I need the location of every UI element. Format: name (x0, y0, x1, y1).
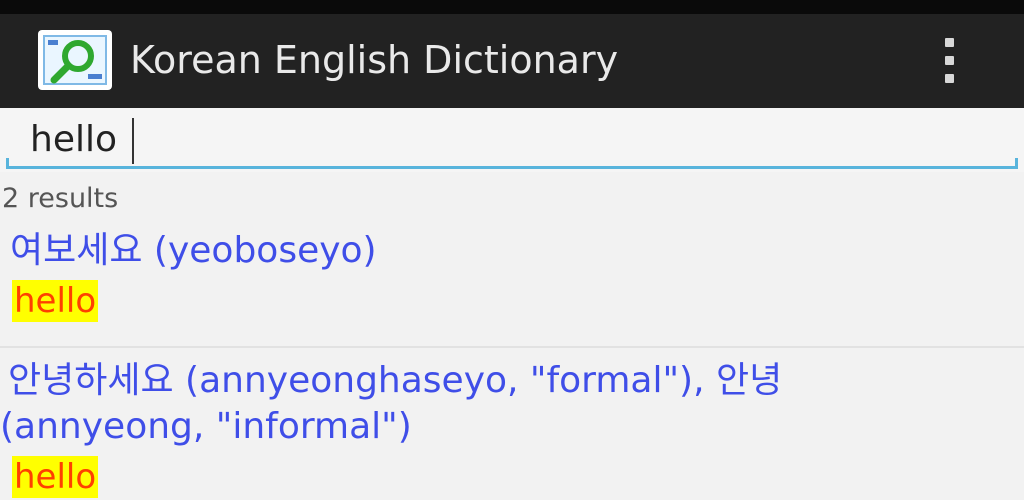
search-input[interactable] (30, 114, 990, 164)
search-bar (0, 108, 1024, 172)
search-underline-right-tick (1015, 158, 1018, 168)
result-gloss: hello (12, 456, 99, 498)
search-underline-left-tick (6, 158, 9, 168)
result-count: 2 results (2, 183, 119, 214)
result-item[interactable]: 안녕하세요 (annyeonghaseyo, "formal"), 안녕 (an… (0, 348, 1024, 500)
action-bar: Korean English Dictionary (0, 14, 1024, 108)
result-headword-continued: (annyeong, "informal") (0, 406, 412, 447)
overflow-menu-icon[interactable] (928, 34, 972, 88)
result-headword: 여보세요 (yeoboseyo) (10, 230, 377, 271)
search-underline (6, 166, 1018, 169)
status-bar (0, 0, 1024, 14)
dictionary-magnifier-icon[interactable] (38, 30, 112, 90)
app-title: Korean English Dictionary (130, 38, 619, 82)
result-headword: 안녕하세요 (annyeonghaseyo, "formal"), 안녕 (8, 360, 783, 401)
result-item[interactable]: 여보세요 (yeoboseyo) hello (0, 222, 1024, 346)
result-gloss: hello (12, 280, 99, 322)
text-cursor (132, 118, 134, 164)
